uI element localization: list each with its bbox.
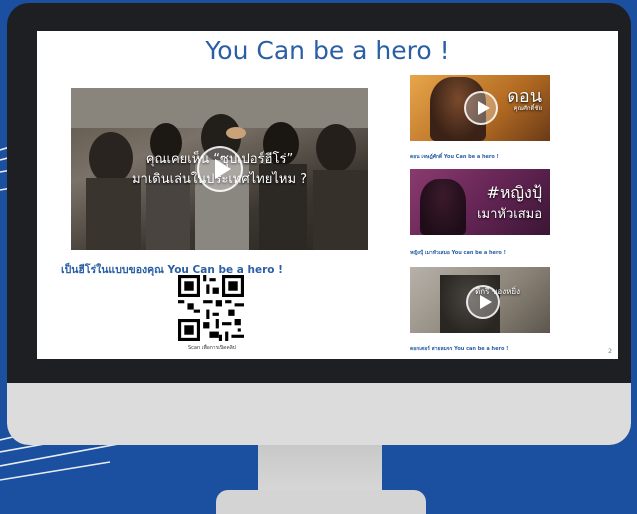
slide-page-number: 2 [608, 348, 612, 355]
play-icon[interactable] [197, 146, 243, 192]
slide-title: You Can be a hero ! [205, 36, 450, 65]
video-thumbnail-3[interactable]: ดีกรี ของหยิ่ง [410, 267, 550, 333]
qr-code-icon [178, 275, 244, 341]
thumbnail-2-caption: หญิงปุ้ เมาหัวเสมอ You can be a hero ! [410, 250, 506, 256]
monitor-chin [7, 383, 631, 445]
monitor-stand [258, 445, 382, 495]
thumbnail-3-caption: ดอกเตอร์ สายลมจร You can be a hero ! [410, 346, 509, 352]
thumb1-overlay-sub: คุณศักดิ์ชัย [513, 105, 542, 112]
qr-caption: Scan เพื่อการเปิดคลิป [188, 345, 236, 351]
play-icon[interactable] [466, 285, 500, 319]
video-thumbnail-1[interactable]: ดอน คุณศักดิ์ชัย [410, 75, 550, 141]
person-image [420, 179, 466, 235]
play-icon[interactable] [464, 91, 498, 125]
presentation-slide: You Can be a hero ! คุณเคยเห็น “ซุปเปอร์… [37, 31, 618, 359]
main-video-player[interactable]: คุณเคยเห็น “ซุปเปอร์ฮีโร่” มาเดินเล่นในป… [71, 88, 368, 250]
thumb2-overlay-sub: เมาหัวเสมอ [477, 207, 542, 222]
monitor-base [216, 490, 426, 514]
thumbnail-1-caption: ดอน เจษฎ์ศักดิ์ You Can be a hero ! [410, 154, 499, 160]
video-thumbnail-2[interactable]: #หญิงปุ้ เมาหัวเสมอ [410, 169, 550, 235]
